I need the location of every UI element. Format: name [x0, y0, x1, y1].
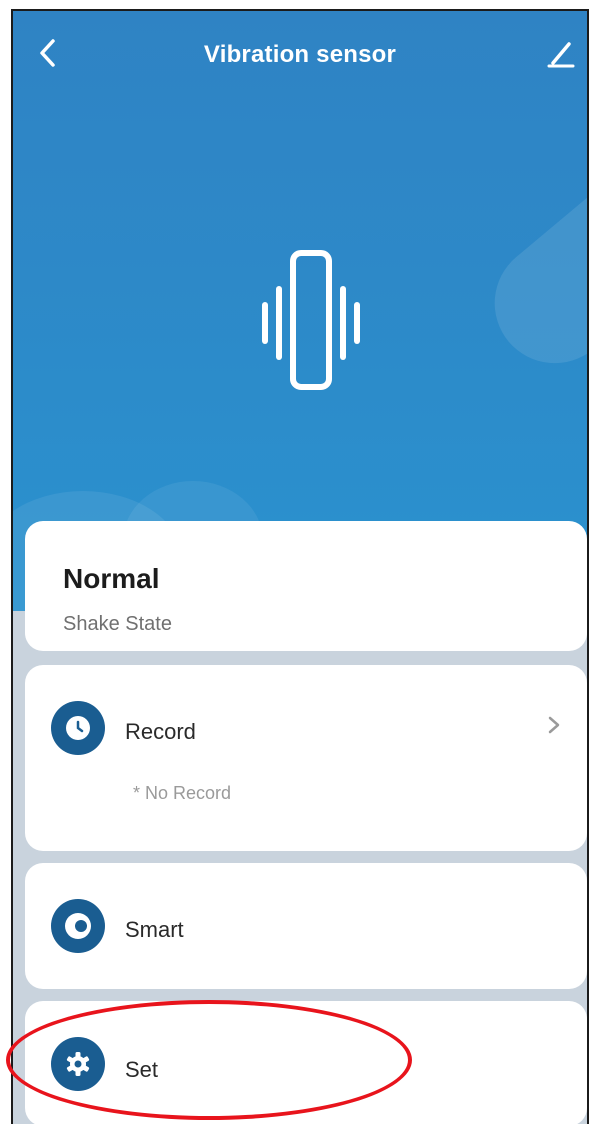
- smart-label: Smart: [125, 917, 184, 942]
- header-bar: Vibration sensor: [13, 11, 587, 99]
- page-title: Vibration sensor: [203, 41, 397, 68]
- pencil-icon: [547, 42, 575, 68]
- chevron-right-icon: [548, 716, 560, 734]
- app-screen: Vibration sensor Normal Shake State Reco…: [11, 9, 589, 1124]
- vibration-sensor-icon: [262, 250, 360, 390]
- record-label: Record: [125, 719, 196, 744]
- status-value: Normal: [63, 563, 160, 594]
- toggle-icon: [51, 899, 105, 953]
- hero-decoration: [470, 154, 587, 388]
- status-card: Normal Shake State: [25, 521, 587, 651]
- record-row[interactable]: Record * No Record: [25, 665, 587, 851]
- set-label: Set: [125, 1057, 159, 1082]
- status-label: Shake State: [63, 613, 172, 635]
- gear-icon: [51, 1037, 105, 1091]
- edit-button[interactable]: [543, 33, 579, 73]
- clock-icon: [51, 701, 105, 755]
- no-record-text: * No Record: [133, 783, 232, 803]
- smart-row[interactable]: Smart: [25, 863, 587, 989]
- set-row[interactable]: Set: [25, 1001, 587, 1124]
